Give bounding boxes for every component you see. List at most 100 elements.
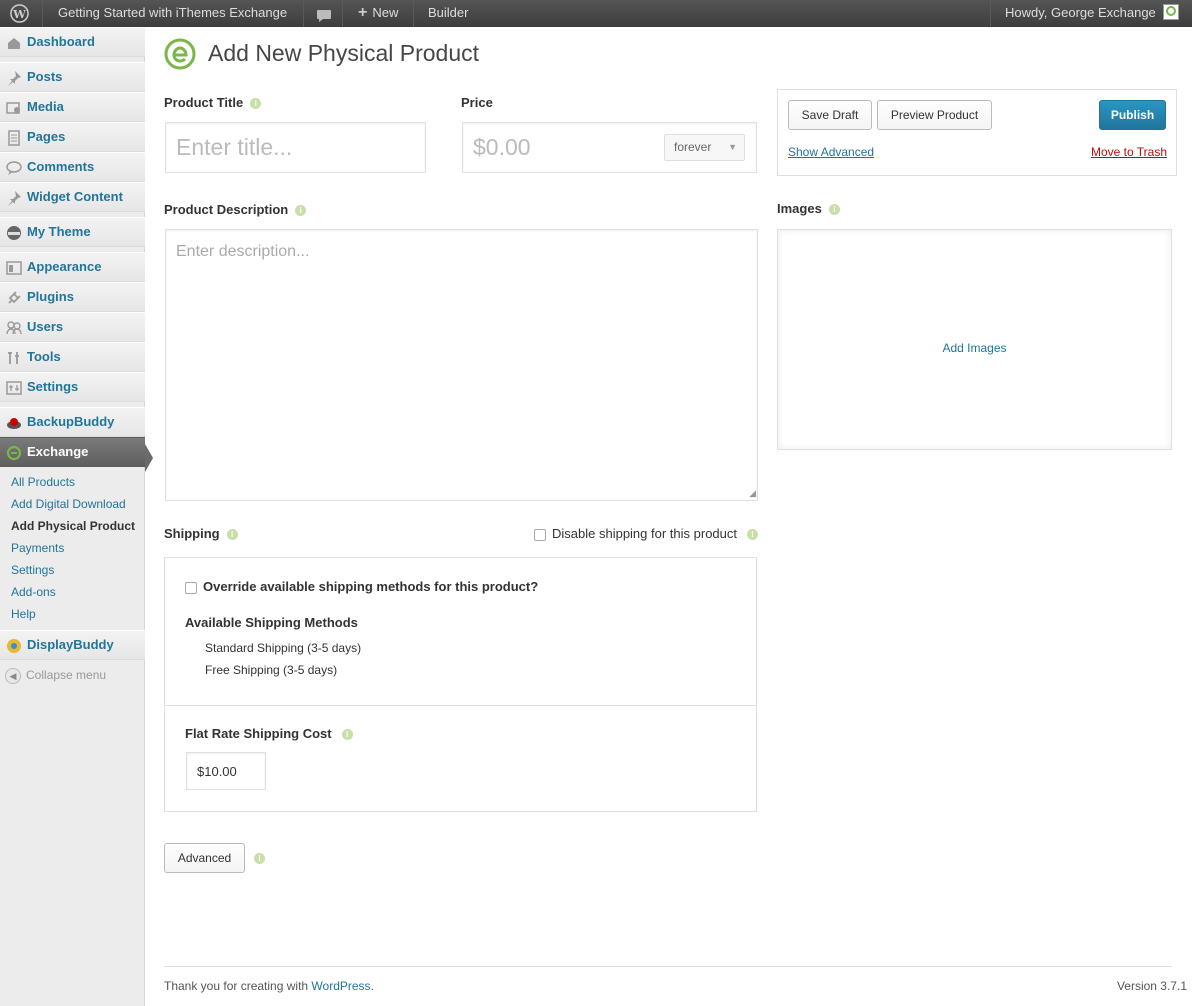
version-text: Version 3.7.1 [1116,979,1187,993]
submenu-add-physical-product[interactable]: Add Physical Product [11,518,135,534]
sidebar-item-plugins[interactable]: Plugins [0,282,145,312]
shipping-label-text: Shipping [164,526,220,541]
flat-rate-value: $10.00 [197,764,237,779]
collapse-menu-button[interactable]: ◀ Collapse menu [5,668,106,684]
sidebar-item-label: Plugins [27,289,74,304]
backupbuddy-icon [6,415,22,431]
submenu-add-ons[interactable]: Add-ons [11,584,56,600]
description-label: Product Description i [164,202,307,217]
sidebar-item-label: Media [27,99,64,114]
sidebar-item-posts[interactable]: Posts [0,62,145,92]
sidebar-item-backupbuddy[interactable]: BackupBuddy [0,407,145,437]
submenu-add-digital-download[interactable]: Add Digital Download [11,496,126,512]
howdy-text: Howdy, George Exchange [1005,5,1156,20]
howdy-user-link[interactable]: Howdy, George Exchange [1005,0,1180,27]
submenu-settings[interactable]: Settings [11,562,54,578]
price-period-value: forever [674,140,712,154]
admin-sidebar: Dashboard Posts Media Pages Comments Wid… [0,27,153,1006]
pin-icon [6,70,22,86]
preview-product-button[interactable]: Preview Product [877,100,992,130]
description-label-text: Product Description [164,202,289,217]
sidebar-item-displaybuddy[interactable]: DisplayBuddy [0,630,145,660]
submenu-help[interactable]: Help [11,606,36,622]
tools-icon [6,350,22,366]
info-icon[interactable]: i [250,98,262,110]
price-placeholder: $0.00 [473,134,531,160]
sidebar-item-my-theme[interactable]: My Theme [0,217,145,247]
submenu-all-products[interactable]: All Products [11,474,75,490]
price-label: Price [461,95,493,110]
product-description-textarea[interactable]: Enter description... ◢ [165,229,758,501]
sidebar-item-pages[interactable]: Pages [0,122,145,152]
submenu-payments[interactable]: Payments [11,540,64,556]
theme-icon [6,225,22,241]
sidebar-item-widget-content[interactable]: Widget Content [0,182,145,212]
price-period-select[interactable]: forever ▼ [664,134,745,161]
sidebar-item-label: Appearance [27,259,102,274]
sidebar-item-comments[interactable]: Comments [0,152,145,182]
info-icon[interactable]: i [747,529,758,541]
publish-button[interactable]: Publish [1099,100,1166,130]
info-icon[interactable]: i [828,204,840,216]
images-dropzone[interactable]: Add Images [777,229,1172,450]
sidebar-item-appearance[interactable]: Appearance [0,252,145,282]
comments-icon[interactable] [316,6,332,22]
advanced-button[interactable]: Advanced [164,843,245,873]
collapse-arrow-icon: ◀ [5,668,21,684]
disable-shipping-option[interactable]: Disable shipping for this product i [534,526,758,541]
wordpress-logo-icon[interactable]: W [10,4,29,23]
plugin-icon [6,290,22,306]
sidebar-item-dashboard[interactable]: Dashboard [0,27,145,57]
disable-shipping-label: Disable shipping for this product [552,526,737,541]
add-images-link[interactable]: Add Images [778,341,1171,355]
pages-icon [6,130,22,146]
footer-thanks-text: Thank you for creating with [164,979,309,993]
product-title-label: Product Title i [164,95,262,110]
shipping-box: Override available shipping methods for … [164,557,757,812]
sidebar-item-label: Dashboard [27,34,95,49]
resize-handle-icon[interactable]: ◢ [749,488,756,499]
sidebar-item-label: Settings [27,379,79,394]
info-icon[interactable]: i [295,205,307,217]
info-icon[interactable]: i [254,853,265,864]
override-shipping-option[interactable]: Override available shipping methods for … [185,579,538,594]
flat-rate-label-text: Flat Rate Shipping Cost [185,726,332,741]
price-input[interactable]: $0.00 forever ▼ [462,122,757,173]
disable-shipping-checkbox[interactable] [534,528,546,541]
override-shipping-checkbox[interactable] [185,581,197,594]
pin-icon [6,190,22,206]
description-placeholder: Enter description... [176,243,310,260]
comment-icon [6,160,22,176]
sidebar-item-users[interactable]: Users [0,312,145,342]
save-draft-button[interactable]: Save Draft [788,100,872,130]
move-to-trash-link[interactable]: Move to Trash [1091,145,1167,159]
flat-rate-cost-input[interactable]: $10.00 [186,752,266,790]
available-methods-label: Available Shipping Methods [185,615,358,630]
sidebar-item-media[interactable]: Media [0,92,145,122]
divider [165,705,756,706]
displaybuddy-icon [6,638,22,654]
info-icon[interactable]: i [341,729,353,741]
sidebar-item-tools[interactable]: Tools [0,342,145,372]
info-icon[interactable]: i [226,529,238,541]
publish-box: Save Draft Preview Product Publish Show … [777,89,1177,176]
product-title-input[interactable]: Enter title... [165,122,426,173]
admin-bar: W Getting Started with iThemes Exchange … [0,0,1192,27]
chevron-down-icon: ▼ [728,142,737,152]
collapse-menu-label: Collapse menu [26,668,107,683]
shipping-method-item: Standard Shipping (3-5 days) [205,641,362,655]
wordpress-link[interactable]: WordPress [311,979,370,993]
new-content-button[interactable]: + New [358,0,398,27]
product-title-label-text: Product Title [164,95,244,110]
show-advanced-link[interactable]: Show Advanced [788,145,874,159]
settings-icon [6,380,22,396]
builder-link[interactable]: Builder [428,0,468,27]
site-name-link[interactable]: Getting Started with iThemes Exchange [58,0,287,27]
sidebar-item-settings[interactable]: Settings [0,372,145,402]
flat-rate-label: Flat Rate Shipping Cost i [185,726,353,741]
sidebar-item-label: Widget Content [27,189,123,204]
shipping-label: Shipping i [164,526,238,541]
dashboard-icon [6,35,22,51]
footer-period: . [370,979,374,993]
sidebar-item-exchange[interactable]: Exchange [0,437,153,472]
